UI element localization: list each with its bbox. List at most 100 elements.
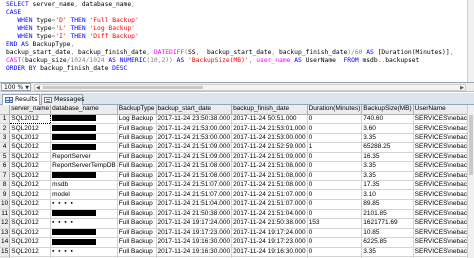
scroll-left-icon[interactable]: ◀ xyxy=(36,84,40,92)
cell-size[interactable]: 6225.85 xyxy=(361,237,414,248)
cell-start[interactable]: 2017-11-24 21:51:04.000 xyxy=(156,199,233,210)
cell-dur[interactable]: 0 xyxy=(307,161,363,172)
column-header[interactable]: database_name xyxy=(50,105,118,115)
cell-user[interactable]: SERVICES\nebackup-s xyxy=(413,152,474,163)
column-header[interactable]: BackupType xyxy=(117,105,157,115)
cell-server[interactable]: SQL2012 xyxy=(9,113,52,125)
cell-server[interactable]: SQL2012 xyxy=(9,161,52,172)
cell-db[interactable] xyxy=(50,114,118,125)
row-number[interactable]: 14 xyxy=(0,237,11,248)
cell-finish[interactable]: 2017-11-24 21:53:00.000 xyxy=(231,133,308,144)
table-row[interactable]: 8 SQL2012 msdb Full Backup 2017-11-24 21:51:… xyxy=(0,180,474,191)
table-row[interactable]: 5 SQL2012 ReportServer Full Backup 2017-11-2… xyxy=(0,152,474,163)
cell-type[interactable]: Full Backup xyxy=(117,161,157,172)
cell-size[interactable]: 3.60 xyxy=(361,123,414,134)
cell-finish[interactable]: 2017-11-24 21:51:04.000 xyxy=(231,209,308,220)
cell-type[interactable]: Full Backup xyxy=(117,152,157,163)
cell-type[interactable]: Full Backup xyxy=(117,237,157,248)
cell-finish[interactable]: 2017-11-24 21:51:08.000 xyxy=(231,161,308,172)
cell-server[interactable]: SQL2012 xyxy=(9,247,52,258)
cell-server[interactable]: SQL2012 xyxy=(9,152,52,163)
cell-finish[interactable]: 2017-11-24 21:51:08.000 xyxy=(231,180,308,191)
row-number[interactable]: 15 xyxy=(0,247,11,258)
cell-finish[interactable]: 2017-11-24 21:50:38.000 xyxy=(231,218,308,229)
scroll-thumb[interactable] xyxy=(43,86,203,89)
cell-finish[interactable]: 2017-11-24 21:52:59.000 xyxy=(231,142,308,153)
cell-dur[interactable]: 0 xyxy=(307,123,363,134)
cell-user[interactable]: SERVICES\nebackup-s xyxy=(413,209,474,220)
sql-code-line[interactable]: WHEN type='L' THEN 'Log Backup' xyxy=(6,25,453,33)
row-number[interactable]: 1 xyxy=(0,114,11,125)
cell-user[interactable]: SERVICES\nebackup-s xyxy=(413,189,474,200)
cell-type[interactable]: Full Backup xyxy=(117,133,157,144)
cell-db[interactable] xyxy=(50,228,118,239)
cell-type[interactable]: Full Backup xyxy=(117,171,157,182)
sql-code-line[interactable]: SELECT server_name, database_name, xyxy=(6,1,453,9)
cell-server[interactable]: SQL2012 xyxy=(9,171,52,182)
cell-finish[interactable]: 2017-11-24 19:17:24.000 xyxy=(231,228,308,239)
table-row[interactable]: 14 SQL2012 Full Backup 2017-11-24 19:16:30.… xyxy=(0,237,474,248)
cell-finish[interactable]: 2017-11-24 21:51:09.000 xyxy=(231,152,308,163)
cell-size[interactable]: 740.60 xyxy=(361,114,414,125)
table-row[interactable]: 4 SQL2012 Full Backup 2017-11-24 21:51:09.0… xyxy=(0,142,474,153)
cell-size[interactable]: 10.85 xyxy=(361,228,414,239)
tab-messages[interactable]: Messages xyxy=(41,94,84,105)
row-number[interactable]: 5 xyxy=(0,152,11,163)
cell-dur[interactable]: 0 xyxy=(307,199,363,210)
cell-db[interactable] xyxy=(50,123,118,134)
column-header[interactable]: Duration(Minutes) xyxy=(307,105,363,115)
cell-user[interactable]: SERVICES\nebackup-s xyxy=(413,171,474,182)
row-number[interactable]: 2 xyxy=(0,123,11,134)
cell-user[interactable]: SERVICES\nebackup-s xyxy=(413,180,474,191)
cell-user[interactable]: SERVICES\nebackup-s xyxy=(413,142,474,153)
editor-horizontal-scrollbar[interactable]: ◀ ▶ xyxy=(34,84,466,91)
column-header[interactable]: backup_start_date xyxy=(156,105,233,115)
cell-size[interactable]: 17.35 xyxy=(361,180,414,191)
cell-type[interactable]: Full Backup xyxy=(117,180,157,191)
cell-start[interactable]: 2017-11-24 21:51:09.000 xyxy=(156,142,233,153)
sql-code-line[interactable]: CAST(backup_size/1024/1024 AS NUMERIC(10… xyxy=(6,57,453,65)
cell-size[interactable]: 65288.25 xyxy=(361,142,414,153)
cell-start[interactable]: 2017-11-24 21:51:08.000 xyxy=(156,161,233,172)
table-row[interactable]: 10 SQL2012 ▪ ▪ ▪ ▪ Full Backup 2017-11-24 21… xyxy=(0,199,474,210)
row-number[interactable]: 4 xyxy=(0,142,11,153)
cell-db[interactable]: ▪ ▪ ▪ ▪ xyxy=(50,199,118,210)
cell-user[interactable]: SERVICES\nebackup-s xyxy=(413,247,474,258)
cell-dur[interactable]: 0 xyxy=(307,180,363,191)
cell-size[interactable]: 3.35 xyxy=(361,161,414,172)
table-row[interactable]: 9 SQL2012 model Full Backup 2017-11-24 21:51… xyxy=(0,189,474,200)
cell-size[interactable]: 89.85 xyxy=(361,199,414,210)
cell-server[interactable]: SQL2012 xyxy=(9,228,52,239)
cell-size[interactable]: 3.10 xyxy=(361,189,414,200)
table-row[interactable]: 7 SQL2012 Full Backup 2017-11-24 21:51:08.0… xyxy=(0,171,474,182)
row-number[interactable]: 12 xyxy=(0,218,11,229)
cell-finish[interactable]: 2017-11-24 21:51:07.000 xyxy=(231,199,308,210)
row-number-header[interactable] xyxy=(0,105,11,115)
cell-start[interactable]: 2017-11-24 21:51:07.000 xyxy=(156,180,233,191)
cell-db[interactable] xyxy=(50,171,118,182)
cell-start[interactable]: 2017-11-24 21:51:08.000 xyxy=(156,171,233,182)
cell-db[interactable] xyxy=(50,142,118,153)
cell-start[interactable]: 2017-11-24 23:50:38.000 xyxy=(156,114,233,125)
cell-finish[interactable]: 2017-11-24 21:53:01.000 xyxy=(231,123,308,134)
cell-size[interactable]: 3.35 xyxy=(361,247,414,258)
cell-start[interactable]: 2017-11-24 19:17:23.000 xyxy=(156,228,233,239)
sql-editor[interactable]: SELECT server_name, database_name, CASE W… xyxy=(0,0,474,83)
table-row[interactable]: 2 SQL2012 Full Backup 2017-11-24 21:53:00.0… xyxy=(0,123,474,134)
cell-dur[interactable]: 0 xyxy=(307,247,363,258)
cell-dur[interactable]: 0 xyxy=(307,209,363,220)
cell-dur[interactable]: 0 xyxy=(307,114,363,125)
cell-server[interactable]: SQL2012 xyxy=(9,180,52,191)
table-row[interactable]: 12 SQL2012 ▪ ▪ ▪ ▪ Full Backup 2017-11-24 19… xyxy=(0,218,474,229)
results-grid[interactable]: server_name database_name BackupType bac… xyxy=(0,105,474,258)
cell-type[interactable]: Full Backup xyxy=(117,199,157,210)
row-number[interactable]: 6 xyxy=(0,161,11,172)
cell-start[interactable]: 2017-11-24 19:16:30.000 xyxy=(156,247,233,258)
column-header[interactable]: backup_finish_date xyxy=(231,105,308,115)
row-number[interactable]: 11 xyxy=(0,209,11,220)
cell-db[interactable]: model xyxy=(50,189,118,200)
cell-db[interactable] xyxy=(50,237,118,248)
editor-vertical-scrollbar[interactable] xyxy=(467,0,474,82)
row-number[interactable]: 3 xyxy=(0,133,11,144)
cell-type[interactable]: Full Backup xyxy=(117,247,157,258)
